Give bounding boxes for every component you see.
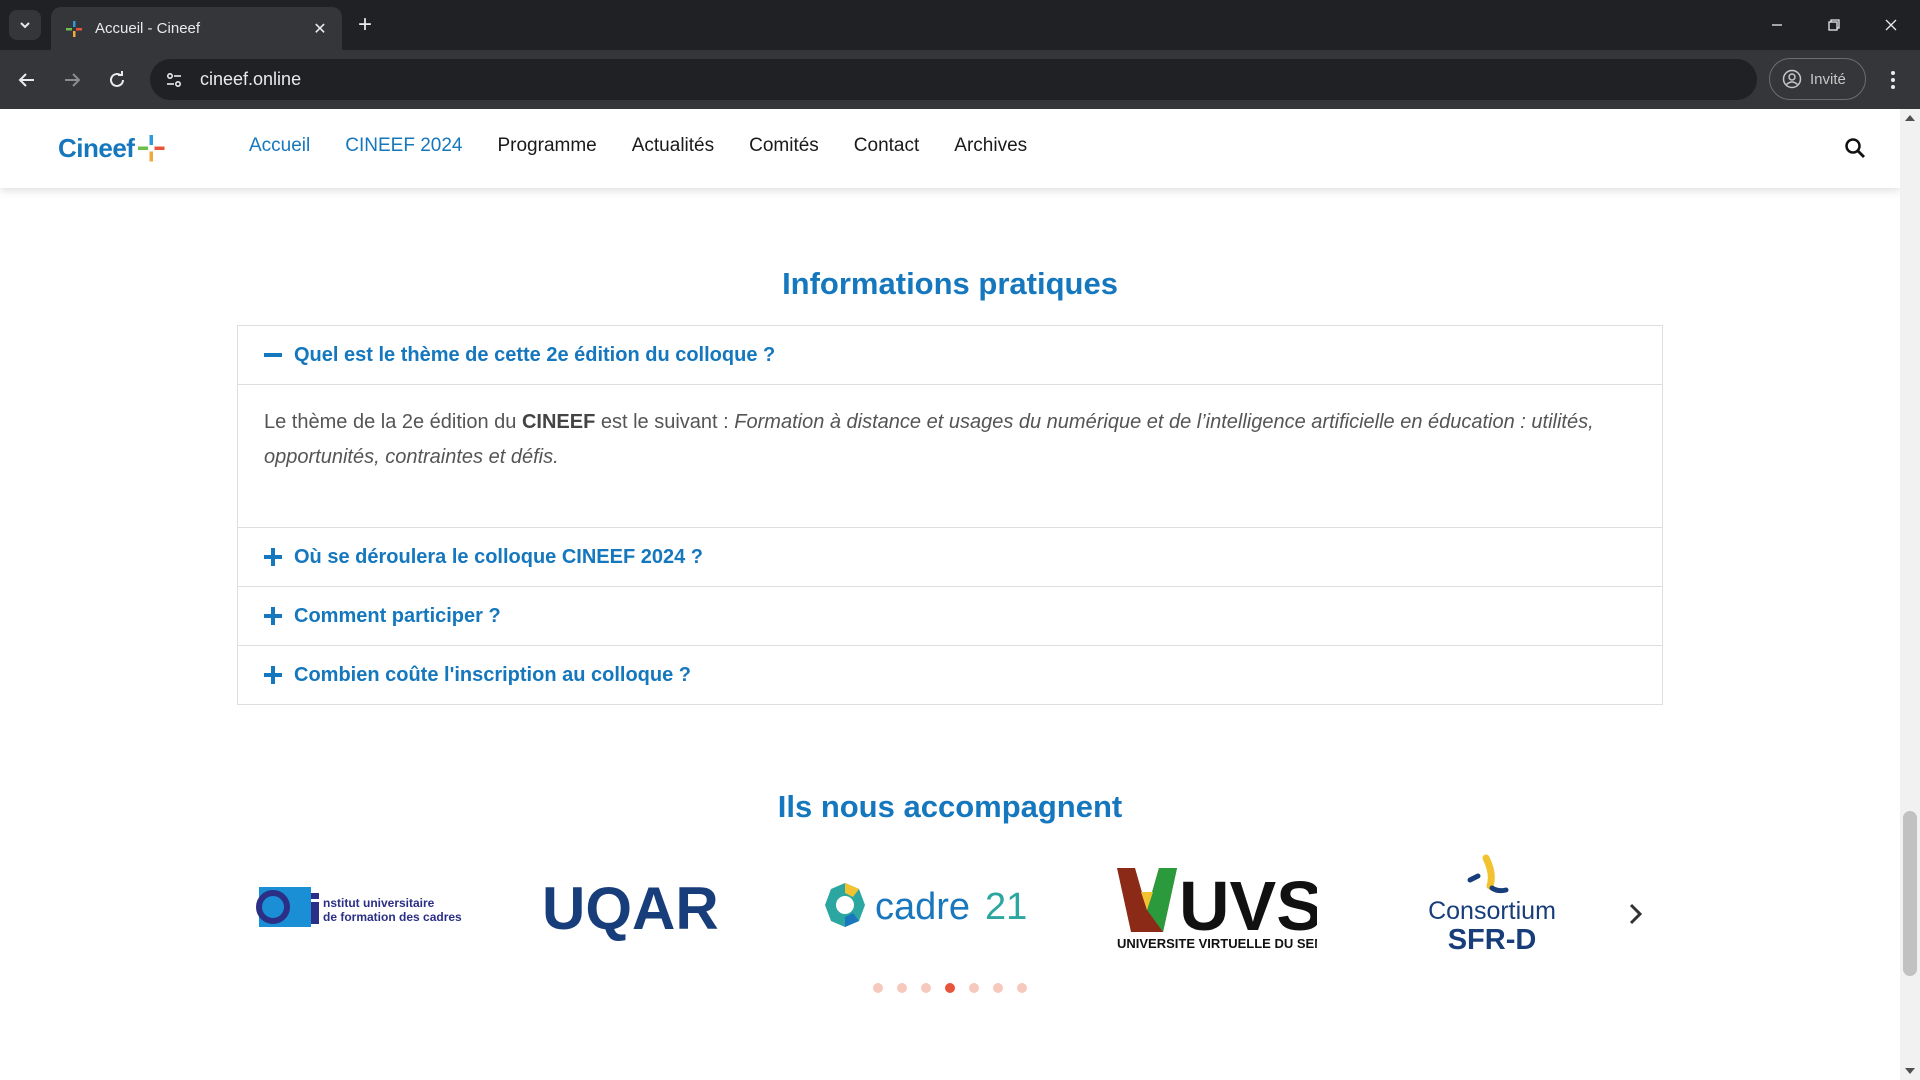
nav-link-cineef-2024[interactable]: CINEEF 2024 [345, 135, 462, 157]
nav-link-accueil[interactable]: Accueil [249, 135, 310, 157]
uvs-logo-text: UVS [1179, 867, 1317, 945]
cadre21-logo-suffix: 21 [985, 886, 1027, 928]
carousel-dot[interactable] [993, 983, 1003, 993]
faq-question: Où se déroulera le colloque CINEEF 2024 … [294, 545, 704, 568]
uqar-logo-text: UQAR [542, 875, 719, 942]
carousel-dot[interactable] [873, 983, 883, 993]
faq-question-toggle[interactable]: Quel est le thème de cette 2e édition du… [238, 326, 1662, 384]
url-text: cineef.online [200, 69, 302, 89]
nav-link-programme[interactable]: Programme [497, 135, 596, 157]
restore-window-icon[interactable] [1814, 10, 1854, 40]
tab-search-button[interactable] [9, 10, 41, 40]
partner-logo-uvs[interactable]: UVS UNIVERSITE VIRTUELLE DU SENEGAL [1102, 849, 1322, 964]
uvs-logo-subtitle: UNIVERSITE VIRTUELLE DU SENEGAL [1117, 936, 1317, 951]
sfrd-logo-line2: SFR-D [1448, 924, 1537, 956]
new-tab-plus-icon[interactable]: + [352, 12, 378, 38]
more-vert-icon[interactable] [1880, 62, 1906, 98]
faq-item: Où se déroulera le colloque CINEEF 2024 … [238, 527, 1662, 586]
page-scrollbar[interactable] [1900, 109, 1920, 1080]
account-circle-icon [1782, 69, 1802, 89]
carousel-dot[interactable] [921, 983, 931, 993]
nav-link-actualites[interactable]: Actualités [632, 135, 714, 157]
nav-link-comites[interactable]: Comités [749, 135, 819, 157]
minus-icon [264, 346, 282, 364]
answer-bold: CINEEF [521, 411, 596, 433]
partners-section-title: Ils nous accompagnent [777, 789, 1123, 824]
faq-item: Comment participer ? [238, 586, 1662, 645]
main-navigation: Accueil CINEEF 2024 Programme Actualités… [249, 135, 1062, 157]
cineef-logo-mark-icon [136, 133, 166, 163]
browser-toolbar: cineef.online Invité [0, 50, 1920, 109]
partner-logo-uqar[interactable]: UQAR [522, 849, 742, 964]
partner-logo-cadre21[interactable]: cadre 21 [812, 849, 1042, 964]
back-arrow-icon[interactable] [9, 62, 45, 98]
faq-question-toggle[interactable]: Comment participer ? [238, 587, 1662, 645]
scroll-down-arrow-icon[interactable] [1905, 1068, 1915, 1074]
plus-icon [264, 666, 282, 684]
profile-label: Invité [1810, 70, 1846, 88]
partner-logo-iufc[interactable]: nstitut universitaire de formation des c… [242, 849, 492, 964]
site-header: Cineef Accueil CINEEF 2024 Programme Act… [0, 109, 1900, 188]
faq-question-toggle[interactable]: Où se déroulera le colloque CINEEF 2024 … [238, 528, 1662, 586]
faq-question: Combien coûte l'inscription au colloque … [294, 663, 692, 686]
iufc-logo-line2: de formation des cadres [323, 910, 462, 924]
answer-prefix: Le thème de la 2e édition du [264, 411, 522, 433]
cadre21-logo-text: cadre [875, 886, 970, 928]
logo-text: Cineef [58, 132, 135, 163]
profile-button[interactable]: Invité [1769, 58, 1866, 100]
nav-link-contact[interactable]: Contact [854, 135, 919, 157]
tab-close-icon[interactable]: ✕ [310, 19, 330, 39]
reload-icon[interactable] [99, 62, 135, 98]
site-settings-icon[interactable] [157, 65, 191, 95]
cineef-favicon-icon [65, 20, 83, 38]
carousel-dot[interactable] [897, 983, 907, 993]
minimize-window-icon[interactable] [1757, 10, 1797, 40]
close-window-icon[interactable] [1871, 10, 1911, 40]
browser-tab-bar: Accueil - Cineef ✕ + [0, 0, 1920, 50]
faq-question: Quel est le thème de cette 2e édition du… [294, 343, 776, 366]
iufc-logo-line1: nstitut universitaire [323, 896, 435, 910]
tab-title: Accueil - Cineef [95, 20, 201, 37]
faq-question: Comment participer ? [294, 604, 501, 627]
search-icon[interactable] [1844, 137, 1868, 161]
carousel-pagination [0, 983, 1900, 993]
plus-icon [264, 548, 282, 566]
browser-tab-active[interactable]: Accueil - Cineef ✕ [51, 7, 342, 50]
partner-logo-consortium-sfrd[interactable]: Consortium SFR-D [1402, 849, 1582, 964]
scrollbar-thumb[interactable] [1903, 811, 1917, 976]
plus-icon [264, 607, 282, 625]
chevron-right-icon[interactable] [1620, 899, 1650, 929]
site-logo[interactable]: Cineef [58, 131, 166, 165]
carousel-dot-active[interactable] [945, 983, 955, 993]
address-bar[interactable]: cineef.online [150, 59, 1757, 100]
faq-item: Combien coûte l'inscription au colloque … [238, 645, 1662, 704]
answer-mid: est le suivant : [595, 411, 735, 433]
carousel-dot[interactable] [1017, 983, 1027, 993]
page-viewport: Cineef Accueil CINEEF 2024 Programme Act… [0, 109, 1900, 1080]
forward-arrow-icon[interactable] [54, 62, 90, 98]
chevron-down-icon [20, 22, 30, 29]
faq-question-toggle[interactable]: Combien coûte l'inscription au colloque … [238, 646, 1662, 704]
faq-item: Quel est le thème de cette 2e édition du… [238, 326, 1662, 527]
partners-carousel: nstitut universitaire de formation des c… [242, 849, 1662, 964]
scroll-up-arrow-icon[interactable] [1905, 115, 1915, 121]
nav-link-archives[interactable]: Archives [954, 135, 1027, 157]
faq-accordion: Quel est le thème de cette 2e édition du… [237, 325, 1663, 705]
sfrd-logo-line1: Consortium [1428, 897, 1556, 925]
faq-answer: Le thème de la 2e édition du CINEEF est … [238, 384, 1662, 527]
carousel-dot[interactable] [969, 983, 979, 993]
faq-section-title: Informations pratiques [782, 266, 1118, 301]
